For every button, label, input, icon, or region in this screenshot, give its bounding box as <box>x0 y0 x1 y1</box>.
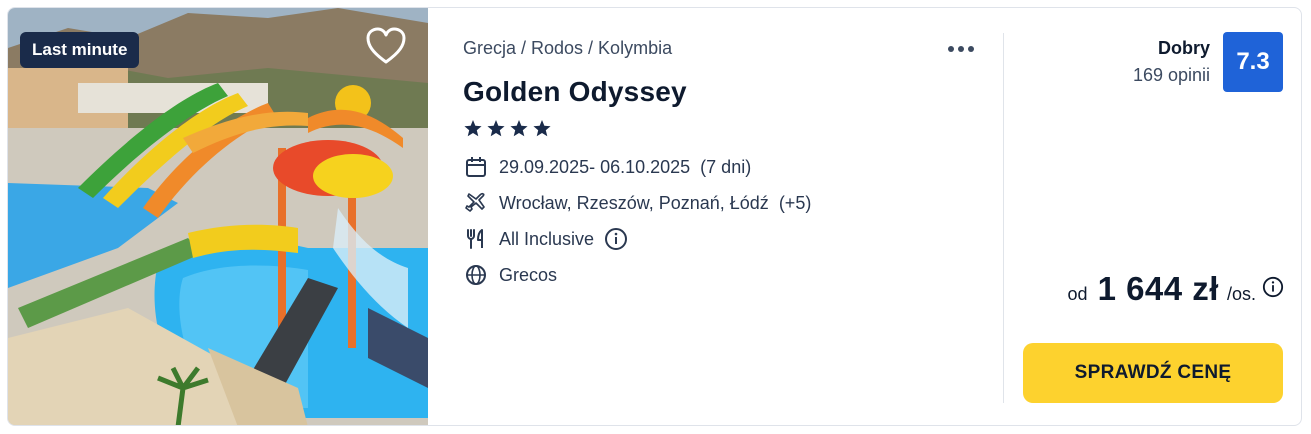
last-minute-badge: Last minute <box>20 32 140 68</box>
travel-duration: (7 dni) <box>700 156 752 177</box>
price: od 1 644 zł /os. <box>1068 270 1284 308</box>
operator-row: Grecos <box>463 262 557 288</box>
divider <box>1003 33 1004 403</box>
rating-label: Dobry <box>1157 38 1210 58</box>
breadcrumb[interactable]: Grecja / Rodos / Kolymbia <box>463 38 672 59</box>
info-circle-icon[interactable] <box>604 227 628 251</box>
stars-svg <box>464 120 551 137</box>
departure-airports: Wrocław, Rzeszów, Poznań, Łódź <box>499 192 769 213</box>
globe-icon <box>463 262 489 288</box>
departures-more[interactable]: (+5) <box>779 193 812 214</box>
price-amount: 1 644 zł <box>1097 270 1219 307</box>
offer-info: Grecja / Rodos / Kolymbia Golden Odyssey… <box>463 8 1003 425</box>
offer-card[interactable]: Last minute Grecja / Rodos / Kolymbia Go… <box>7 7 1302 426</box>
hotel-name[interactable]: Golden Odyssey <box>463 76 687 108</box>
star-icon <box>464 120 482 137</box>
review-count[interactable]: 169 opinii <box>1133 65 1210 86</box>
price-suffix: /os. <box>1226 284 1256 304</box>
board-row: All Inclusive <box>463 226 628 252</box>
price-panel: Dobry 169 opinii 7.3 od 1 644 zł /os. SP… <box>1008 8 1301 425</box>
plane-icon <box>463 190 489 216</box>
fork-knife-icon <box>463 226 489 252</box>
info-circle-icon[interactable] <box>1262 276 1284 303</box>
heart-outline-icon[interactable] <box>364 26 408 66</box>
price-prefix: od <box>1067 284 1088 304</box>
hotel-photo[interactable]: Last minute <box>8 8 428 425</box>
travel-dates: 29.09.2025- 06.10.2025 <box>499 156 691 177</box>
star-icon <box>533 120 551 137</box>
star-rating <box>463 118 555 140</box>
more-dots-icon[interactable] <box>946 39 976 59</box>
check-price-button[interactable]: SPRAWDŹ CENĘ <box>1023 343 1283 403</box>
departures-row: Wrocław, Rzeszów, Poznań, Łódź (+5) <box>463 190 811 216</box>
dates-row: 29.09.2025- 06.10.2025 (7 dni) <box>463 154 751 180</box>
star-icon <box>487 120 505 137</box>
calendar-icon <box>463 154 489 180</box>
rating-score: 7.3 <box>1223 32 1283 92</box>
tour-operator: Grecos <box>499 264 558 285</box>
board-type: All Inclusive <box>499 228 595 249</box>
star-icon <box>510 120 528 137</box>
